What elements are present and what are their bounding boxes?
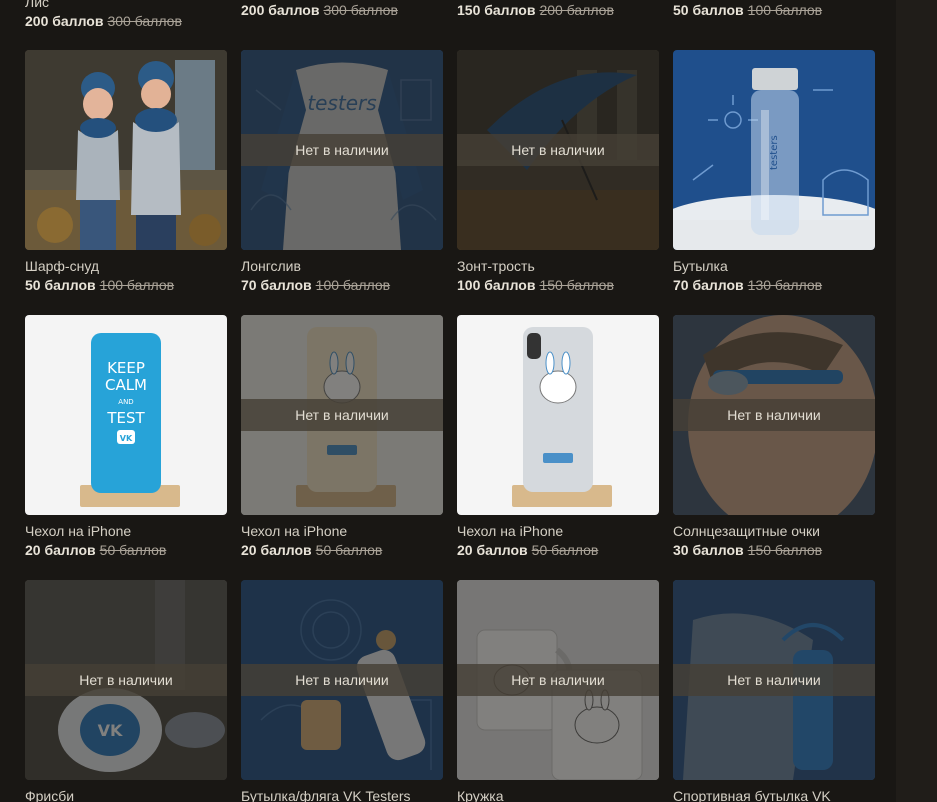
price-old: 200 баллов (539, 2, 614, 18)
product-price: 20 баллов 50 баллов (241, 542, 443, 559)
product-name[interactable]: Солнцезащитные очки (673, 523, 875, 540)
price-old: 100 баллов (99, 277, 175, 293)
product-name[interactable]: Зонт-трость (457, 258, 659, 275)
price-current: 200 баллов (25, 13, 104, 29)
product-card[interactable]: testers Нет в наличии Лонгслив 70 баллов… (241, 50, 443, 294)
product-card[interactable]: Нет в наличии Кружка (457, 580, 659, 802)
price-current: 30 баллов (673, 542, 744, 558)
product-card[interactable]: 150 баллов 200 баллов (457, 0, 659, 19)
price-current: 20 баллов (25, 542, 96, 558)
product-card[interactable]: testers Бутылка 70 баллов 130 баллов (673, 50, 875, 294)
product-card[interactable]: VK Нет в наличии Фрисби (25, 580, 227, 802)
product-name[interactable]: Шарф-снуд (25, 258, 227, 275)
product-card[interactable]: Шарф-снуд 50 баллов 100 баллов (25, 50, 227, 294)
price-old: 130 баллов (747, 277, 823, 293)
product-name[interactable]: Чехол на iPhone (457, 523, 659, 540)
out-of-stock-label: Нет в наличии (241, 134, 443, 166)
product-name[interactable]: Чехол на iPhone (241, 523, 443, 540)
price-old: 50 баллов (99, 542, 167, 558)
price-old: 300 баллов (323, 2, 398, 18)
price-current: 150 баллов (457, 2, 536, 18)
product-name[interactable]: Бутылка (673, 258, 875, 275)
product-image[interactable]: testers (673, 50, 875, 250)
product-name[interactable]: Спортивная бутылка VK (673, 788, 875, 802)
product-grid: Лис 200 баллов 300 баллов 200 баллов 300 б… (0, 0, 896, 802)
product-card[interactable]: Нет в наличии Зонт-трость 100 баллов 150 … (457, 50, 659, 294)
out-of-stock-label: Нет в наличии (241, 664, 443, 696)
product-price: 150 баллов 200 баллов (457, 2, 659, 19)
product-name[interactable]: Кружка (457, 788, 659, 802)
product-name[interactable]: Лонгслив (241, 258, 443, 275)
out-of-stock-label: Нет в наличии (241, 399, 443, 431)
product-card[interactable]: Нет в наличии Бутылка/фляга VK Testers (241, 580, 443, 802)
price-current: 20 баллов (457, 542, 528, 558)
product-name[interactable]: Чехол на iPhone (25, 523, 227, 540)
out-of-stock-label: Нет в наличии (457, 664, 659, 696)
price-old: 100 баллов (315, 277, 391, 293)
product-image[interactable]: Нет в наличии (457, 580, 659, 780)
product-image[interactable] (457, 315, 659, 515)
product-image[interactable]: testers Нет в наличии (241, 50, 443, 250)
out-of-stock-label: Нет в наличии (673, 664, 875, 696)
product-card[interactable]: Чехол на iPhone 20 баллов 50 баллов (457, 315, 659, 559)
product-price: 70 баллов 100 баллов (241, 277, 443, 294)
price-current: 70 баллов (673, 277, 744, 293)
price-old: 50 баллов (315, 542, 383, 558)
out-of-stock-label: Нет в наличии (673, 399, 875, 431)
product-price: 70 баллов 130 баллов (673, 277, 875, 294)
case-text-keep: KEEP (107, 359, 145, 377)
product-card[interactable]: Нет в наличии Чехол на iPhone 20 баллов 5… (241, 315, 443, 559)
out-of-stock-label: Нет в наличии (457, 134, 659, 166)
product-image[interactable] (25, 50, 227, 250)
product-price: 100 баллов 150 баллов (457, 277, 659, 294)
product-image[interactable]: VK Нет в наличии (25, 580, 227, 780)
price-old: 100 баллов (747, 2, 823, 18)
price-current: 50 баллов (25, 277, 96, 293)
product-image[interactable]: Нет в наличии (673, 580, 875, 780)
case-text-test: TEST (106, 409, 145, 427)
product-image[interactable]: KEEP CALM AND TEST VK (25, 315, 227, 515)
product-image[interactable]: Нет в наличии (241, 315, 443, 515)
price-current: 100 баллов (457, 277, 536, 293)
phone-case-grey-photo (457, 315, 659, 515)
product-name[interactable]: Фрисби (25, 788, 227, 802)
product-price: 20 баллов 50 баллов (457, 542, 659, 559)
product-price: 200 баллов 300 баллов (25, 13, 227, 30)
product-image[interactable]: Нет в наличии (673, 315, 875, 515)
product-card[interactable]: Лис 200 баллов 300 баллов (25, 0, 227, 30)
case-text-and: AND (118, 398, 133, 406)
product-name: Лис (25, 0, 50, 10)
page-right-background (896, 0, 937, 802)
price-current: 50 баллов (673, 2, 744, 18)
phone-case-blue-photo: KEEP CALM AND TEST VK (25, 315, 227, 515)
price-old: 150 баллов (539, 277, 614, 293)
vk-logo-text: VK (120, 434, 133, 443)
bottle-brand-text: testers (769, 135, 780, 170)
product-card[interactable]: Нет в наличии Солнцезащитные очки 30 бал… (673, 315, 875, 559)
price-old: 50 баллов (531, 542, 599, 558)
product-image[interactable]: Нет в наличии (241, 580, 443, 780)
price-current: 70 баллов (241, 277, 312, 293)
case-text-calm: CALM (105, 376, 147, 394)
product-image[interactable]: Нет в наличии (457, 50, 659, 250)
bottle-photo: testers (673, 50, 875, 250)
product-price: 50 баллов 100 баллов (25, 277, 227, 294)
out-of-stock-label: Нет в наличии (25, 664, 227, 696)
product-card[interactable]: KEEP CALM AND TEST VK Чехол на iPhone 20… (25, 315, 227, 559)
price-current: 200 баллов (241, 2, 320, 18)
price-old: 300 баллов (107, 13, 182, 29)
product-price: 50 баллов 100 баллов (673, 2, 875, 19)
product-card[interactable]: 200 баллов 300 баллов (241, 0, 443, 19)
product-card[interactable]: 50 баллов 100 баллов (673, 0, 875, 19)
product-card[interactable]: Нет в наличии Спортивная бутылка VK (673, 580, 875, 802)
product-price: 200 баллов 300 баллов (241, 2, 443, 19)
product-price: 30 баллов 150 баллов (673, 542, 875, 559)
product-name[interactable]: Бутылка/фляга VK Testers (241, 788, 443, 802)
scarf-photo (25, 50, 227, 250)
product-price: 20 баллов 50 баллов (25, 542, 227, 559)
price-current: 20 баллов (241, 542, 312, 558)
price-old: 150 баллов (747, 542, 823, 558)
